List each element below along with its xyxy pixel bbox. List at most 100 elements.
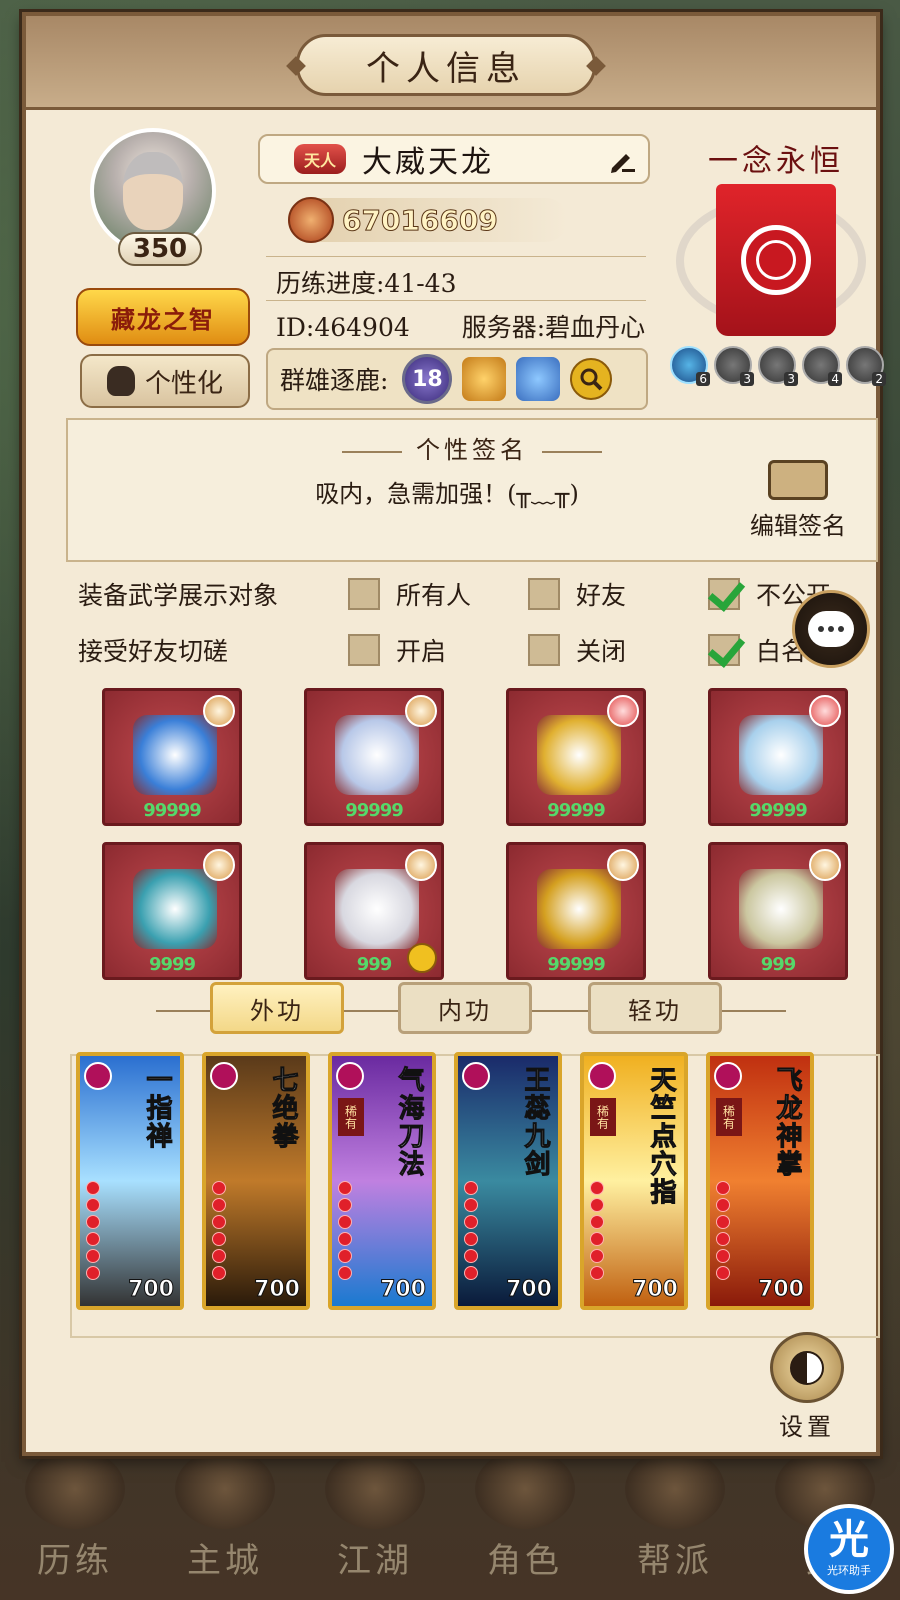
checkbox[interactable] — [348, 578, 380, 610]
edit-signature-label: 编辑签名 — [750, 512, 846, 540]
guild-name[interactable]: 一念永恒 — [708, 136, 844, 180]
rare-tag: 稀有 — [716, 1098, 742, 1136]
scroll-icon — [768, 460, 828, 500]
skill-card[interactable]: 王蕊九剑 700 — [454, 1052, 562, 1310]
guild-medal-icon[interactable]: 2 — [846, 346, 886, 386]
edit-signature-button[interactable]: 编辑签名 — [738, 460, 858, 550]
skill-gems — [590, 1181, 604, 1280]
nav-item[interactable]: 江湖 — [305, 1449, 445, 1582]
bottom-nav: 历练主城江湖角色帮派武 — [0, 1449, 900, 1600]
nav-icon — [475, 1449, 575, 1529]
player-title-banner[interactable]: 藏龙之智 — [76, 288, 250, 346]
display-setting-row: 装备武学展示对象 所有人 好友 不公开 — [78, 576, 888, 612]
power-row: 67016609 — [288, 197, 568, 243]
quality-badge-icon — [405, 695, 437, 727]
guild-banner[interactable] — [716, 184, 836, 336]
enhance-level: 99999 — [345, 800, 404, 821]
settings-button[interactable]: 设置 — [762, 1332, 852, 1442]
equipment-slot[interactable]: 999 — [304, 842, 444, 980]
guild-medal-icon[interactable]: 3 — [714, 346, 754, 386]
arena-rank-badge[interactable]: 18 — [402, 354, 453, 404]
guild-medal-count: 3 — [784, 372, 798, 386]
guild-medal-count: 4 — [828, 372, 842, 386]
skill-gems — [338, 1181, 352, 1280]
quality-badge-icon — [809, 849, 841, 881]
dragon-seal-icon — [741, 225, 811, 295]
skill-card[interactable]: 一指禅 700 — [76, 1052, 184, 1310]
nav-item[interactable]: 历练 — [5, 1449, 145, 1582]
chat-bubble-button[interactable] — [792, 590, 870, 668]
skill-name: 飞龙神掌 — [772, 1066, 803, 1179]
setting-option[interactable]: 好友 — [528, 576, 708, 612]
skill-card[interactable]: 七绝拳 700 — [202, 1052, 310, 1310]
nav-item[interactable]: 角色 — [455, 1449, 595, 1582]
arena-label: 群雄逐鹿: — [280, 366, 389, 395]
setting-option[interactable]: 开启 — [348, 632, 528, 668]
skill-cards: 一指禅 700 七绝拳 700 稀有 气海刀法 700 王蕊九剑 700 稀有 天竺点穴指 700 稀有… — [76, 1052, 814, 1310]
divider — [266, 256, 646, 257]
equipment-slot[interactable]: 99999 — [304, 688, 444, 826]
checkbox[interactable] — [348, 634, 380, 666]
bracelet-icon — [537, 869, 621, 949]
nav-item[interactable]: 主城 — [155, 1449, 295, 1582]
hairpin-icon — [335, 869, 419, 949]
guild-medal-icon[interactable]: 3 — [758, 346, 798, 386]
trident-medal-icon[interactable] — [462, 357, 507, 401]
skill-name: 气海刀法 — [394, 1066, 425, 1179]
crossed-swords-medal-icon[interactable] — [516, 357, 561, 401]
skill-power: 700 — [506, 1277, 553, 1303]
edit-name-icon[interactable] — [608, 148, 636, 174]
nav-item[interactable]: 帮派 — [605, 1449, 745, 1582]
option-label: 所有人 — [396, 581, 472, 610]
skill-type-icon — [210, 1062, 238, 1090]
quality-badge-icon — [607, 695, 639, 727]
robe-icon — [335, 715, 419, 795]
guild-medal-icon[interactable]: 4 — [802, 346, 842, 386]
tab-external[interactable]: 外功 — [210, 982, 344, 1034]
nav-label: 江湖 — [337, 1541, 413, 1581]
customize-button[interactable]: 个性化 — [80, 354, 250, 408]
skill-card[interactable]: 稀有 天竺点穴指 700 — [580, 1052, 688, 1310]
equipment-slot[interactable]: 999 — [708, 842, 848, 980]
equipment-slot[interactable]: 99999 — [102, 688, 242, 826]
quality-badge-icon — [405, 849, 437, 881]
skill-card[interactable]: 稀有 气海刀法 700 — [328, 1052, 436, 1310]
guild-medal-count: 2 — [872, 372, 886, 386]
skill-type-icon — [588, 1062, 616, 1090]
checkbox[interactable] — [528, 634, 560, 666]
customize-label: 个性化 — [144, 368, 223, 399]
quality-badge-icon — [203, 695, 235, 727]
equipment-slot[interactable]: 99999 — [506, 688, 646, 826]
skill-card[interactable]: 稀有 飞龙神掌 700 — [706, 1052, 814, 1310]
tab-internal[interactable]: 内功 — [398, 982, 532, 1034]
equipment-slot[interactable]: 99999 — [708, 688, 848, 826]
equipment-slot[interactable]: 99999 — [506, 842, 646, 980]
skill-type-icon — [84, 1062, 112, 1090]
nav-label: 主城 — [187, 1541, 263, 1581]
tab-lightness[interactable]: 轻功 — [588, 982, 722, 1034]
enhance-level: 999 — [760, 954, 797, 975]
skill-power: 700 — [632, 1277, 679, 1303]
skill-gems — [212, 1181, 226, 1280]
skill-gems — [464, 1181, 478, 1280]
gauntlet-icon — [133, 715, 217, 795]
checkbox[interactable] — [708, 634, 740, 666]
training-progress: 历练进度:41-43 — [276, 269, 457, 298]
checkbox[interactable] — [528, 578, 560, 610]
setting-option[interactable]: 所有人 — [348, 576, 528, 612]
server-name: 服务器:碧血丹心 — [461, 313, 646, 342]
nav-icon — [175, 1449, 275, 1529]
enhance-level: 99999 — [143, 800, 202, 821]
outfit-icon — [106, 366, 135, 396]
setting-option[interactable]: 关闭 — [528, 632, 708, 668]
equipment-slot[interactable]: 9999 — [102, 842, 242, 980]
skill-name: 天竺点穴指 — [646, 1066, 677, 1207]
nav-label: 历练 — [37, 1541, 113, 1581]
avatar-block[interactable]: 350 — [78, 128, 228, 268]
helper-app-badge[interactable]: 光 光环助手 — [804, 1504, 894, 1594]
player-id: ID:464904 — [276, 313, 410, 342]
checkbox[interactable] — [708, 578, 740, 610]
skill-type-icon — [462, 1062, 490, 1090]
search-button[interactable] — [570, 358, 613, 400]
guild-medal-icon[interactable]: 6 — [670, 346, 710, 386]
